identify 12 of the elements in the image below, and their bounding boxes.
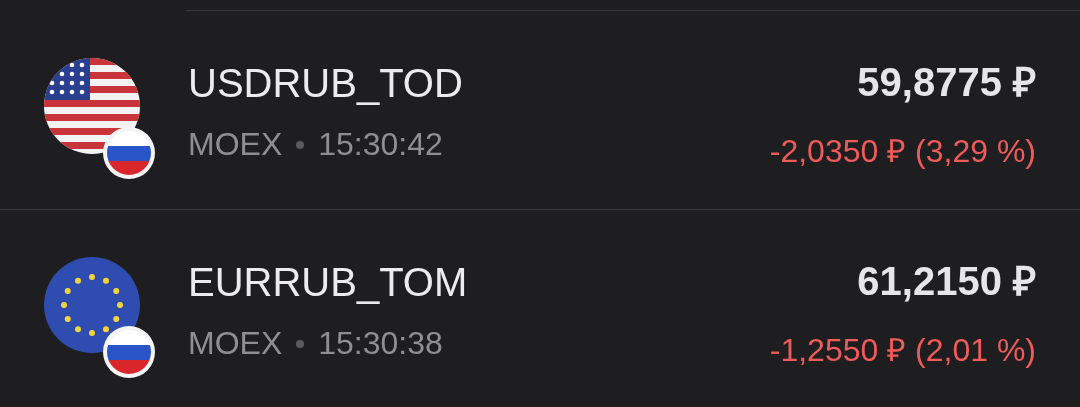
price: 61,2150 ₽ <box>857 258 1036 305</box>
quote-time: 15:30:42 <box>318 126 443 163</box>
exchange-name: MOEX <box>188 126 283 163</box>
ticker-symbol: EURRUB_TOM <box>188 260 469 305</box>
price-change: -1,2550 ₽ (2,01 %) <box>769 331 1036 370</box>
separator-dot-icon <box>296 339 305 348</box>
price-change: -2,0350 ₽ (3,29 %) <box>769 132 1036 171</box>
quote-time: 15:30:38 <box>318 325 443 362</box>
exchange-name: MOEX <box>188 325 283 362</box>
separator-dot-icon <box>296 140 305 149</box>
ticker-symbol: USDRUB_TOD <box>188 61 464 106</box>
price: 59,8775 ₽ <box>857 59 1036 106</box>
